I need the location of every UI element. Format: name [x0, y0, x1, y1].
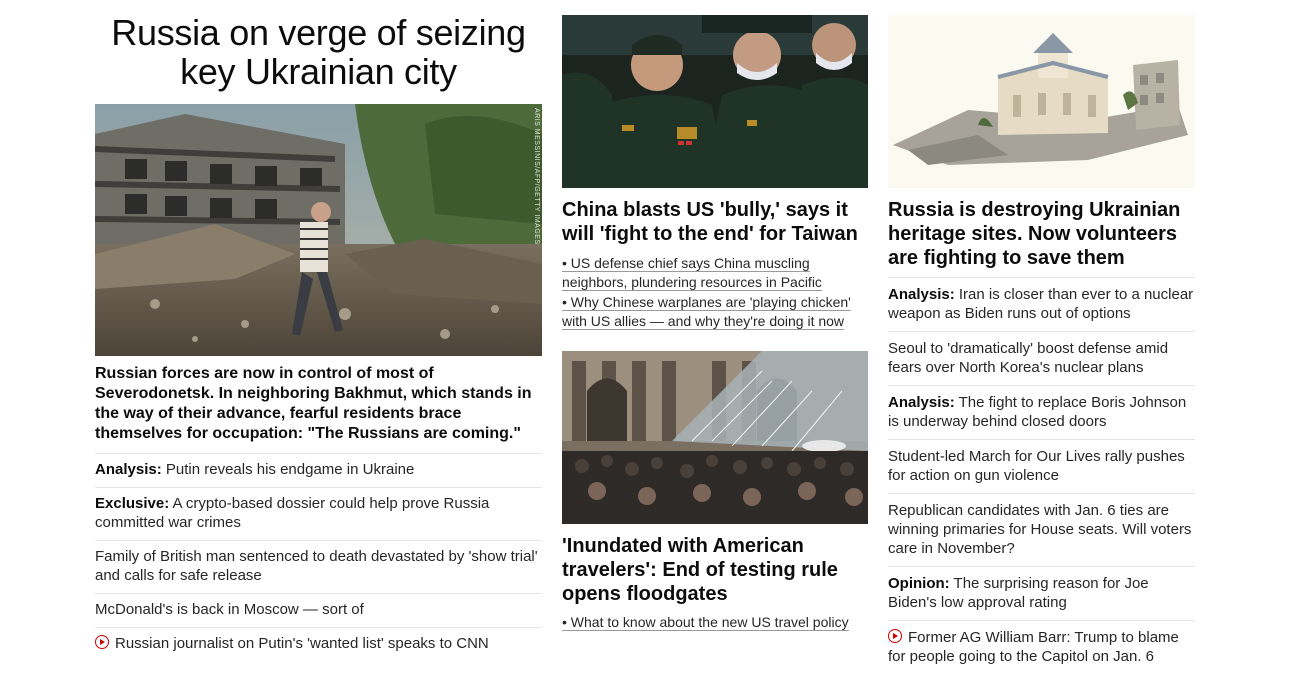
analysis-label: Analysis:	[888, 394, 955, 411]
list-item-text: McDonald's is back in Moscow — sort of	[95, 601, 364, 618]
related-link[interactable]: • What to know about the new US travel p…	[562, 614, 849, 631]
exclusive-label: Exclusive:	[95, 495, 170, 512]
list-item[interactable]: Seoul to 'dramatically' boost defense am…	[888, 331, 1195, 385]
video-play-icon	[95, 635, 109, 649]
right-headline-list: Analysis: Iran is closer than ever to a …	[888, 277, 1195, 674]
list-item-text: Student-led March for Our Lives rally pu…	[888, 448, 1185, 484]
china-related-links: • US defense chief says China muscling n…	[562, 254, 868, 331]
analysis-label: Analysis:	[888, 286, 955, 303]
travel-related-links: • What to know about the new US travel p…	[562, 613, 868, 632]
destroyed-building-photo	[95, 104, 542, 356]
china-story-image[interactable]	[562, 15, 868, 188]
right-column: Russia is destroying Ukrainian heritage …	[888, 0, 1195, 674]
lead-story-column: Russia on verge of seizing key Ukrainian…	[95, 0, 542, 661]
list-item-text: Russian journalist on Putin's 'wanted li…	[115, 635, 489, 652]
related-link[interactable]: • US defense chief says China muscling n…	[562, 255, 822, 291]
list-item[interactable]: McDonald's is back in Moscow — sort of	[95, 593, 542, 627]
list-item[interactable]: Russian journalist on Putin's 'wanted li…	[95, 627, 542, 661]
travel-story-title[interactable]: 'Inundated with American travelers': End…	[562, 534, 868, 606]
list-item[interactable]: Student-led March for Our Lives rally pu…	[888, 439, 1195, 493]
list-item[interactable]: Analysis: Iran is closer than ever to a …	[888, 277, 1195, 331]
middle-column: China blasts US 'bully,' says it will 'f…	[562, 0, 868, 633]
travel-story-image[interactable]	[562, 351, 868, 524]
list-item[interactable]: Opinion: The surprising reason for Joe B…	[888, 566, 1195, 620]
church-3d-scan-image	[888, 15, 1195, 188]
list-item-text: Republican candidates with Jan. 6 ties a…	[888, 502, 1192, 557]
list-item-text: Former AG William Barr: Trump to blame f…	[888, 629, 1179, 665]
image-credit: ARIS MESSINIS/AFP/GETTY IMAGES	[533, 108, 540, 245]
china-story-title[interactable]: China blasts US 'bully,' says it will 'f…	[562, 198, 868, 246]
louvre-crowd-photo	[562, 351, 868, 524]
list-item[interactable]: Analysis: The fight to replace Boris Joh…	[888, 385, 1195, 439]
list-item[interactable]: Republican candidates with Jan. 6 ties a…	[888, 493, 1195, 566]
lead-headline[interactable]: Russia on verge of seizing key Ukrainian…	[95, 13, 542, 91]
related-link[interactable]: • Why Chinese warplanes are 'playing chi…	[562, 294, 851, 330]
list-item-text: Putin reveals his endgame in Ukraine	[161, 461, 415, 478]
list-item-text: Family of British man sentenced to death…	[95, 548, 538, 584]
lead-summary[interactable]: Russian forces are now in control of mos…	[95, 364, 542, 444]
heritage-story-title[interactable]: Russia is destroying Ukrainian heritage …	[888, 198, 1195, 270]
video-play-icon	[888, 629, 902, 643]
list-item[interactable]: Former AG William Barr: Trump to blame f…	[888, 620, 1195, 674]
list-item[interactable]: Family of British man sentenced to death…	[95, 540, 542, 593]
list-item-text: Seoul to 'dramatically' boost defense am…	[888, 340, 1169, 376]
list-item[interactable]: Exclusive: A crypto-based dossier could …	[95, 487, 542, 540]
list-item[interactable]: Analysis: Putin reveals his endgame in U…	[95, 453, 542, 487]
analysis-label: Analysis:	[95, 461, 162, 478]
lead-story-image[interactable]: ARIS MESSINIS/AFP/GETTY IMAGES	[95, 104, 542, 356]
heritage-story-image[interactable]	[888, 15, 1195, 188]
lead-related-list: Analysis: Putin reveals his endgame in U…	[95, 453, 542, 661]
opinion-label: Opinion:	[888, 575, 950, 592]
military-officials-photo	[562, 15, 868, 188]
